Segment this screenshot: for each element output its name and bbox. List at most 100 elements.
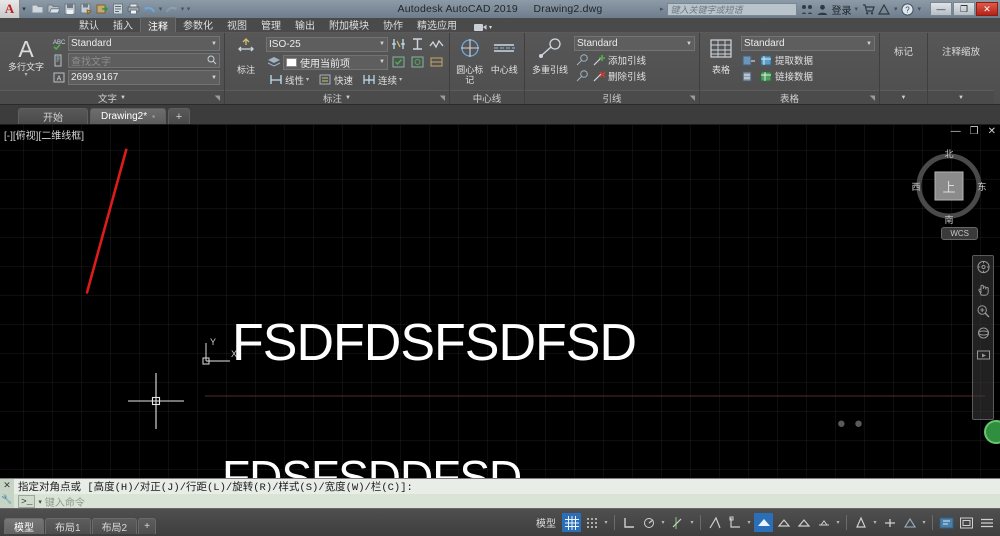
add-leader-button[interactable]: 添加引线	[574, 53, 695, 67]
multileader-style-combo[interactable]: Standard ▼	[574, 36, 695, 51]
link-data-button[interactable]: 链接数据	[741, 69, 875, 83]
maximize-button[interactable]: ❐	[953, 2, 975, 16]
dimension-style-combo[interactable]: ISO-25 ▼	[266, 36, 388, 52]
snap-dropdown-icon[interactable]: ▾	[602, 519, 610, 526]
close-icon[interactable]: ▪	[152, 112, 155, 121]
continue-dimension-button[interactable]: 连续 ▾	[359, 72, 404, 87]
table-style-combo[interactable]: Standard ▼	[741, 36, 875, 51]
dim-break-icon[interactable]	[390, 36, 407, 52]
annotation-dropdown-icon[interactable]: ▾	[871, 519, 879, 526]
status-model-label[interactable]: 模型	[531, 515, 561, 530]
snap-icon[interactable]	[582, 513, 601, 532]
dim-jog-icon[interactable]	[428, 36, 445, 52]
ribbon-tab-manage[interactable]: 管理	[254, 17, 288, 32]
ribbon-tab-parametric[interactable]: 参数化	[176, 17, 220, 32]
lineweight-icon[interactable]	[754, 513, 773, 532]
panel-title-dimension[interactable]: 标注 ▼ ◥	[225, 90, 449, 105]
panel-title-text[interactable]: 文字 ▼ ◥	[0, 90, 224, 105]
annoscale-dropdown-icon[interactable]: ▾	[920, 519, 928, 526]
workspace-gear-icon[interactable]	[937, 513, 956, 532]
3dosnap-dropdown-icon[interactable]: ▾	[834, 519, 842, 526]
ribbon-camera-menu[interactable]: ▾	[474, 23, 492, 32]
chevron-down-icon[interactable]: ▾	[306, 76, 309, 83]
signin-dropdown-icon[interactable]: ▾	[854, 5, 858, 13]
cycling-icon[interactable]	[794, 513, 813, 532]
grid-icon[interactable]	[562, 513, 581, 532]
annotation-visibility-icon[interactable]	[880, 513, 899, 532]
ribbon-panel-annotation-scaling[interactable]: 注释缩放 ▼	[928, 33, 994, 104]
osnap-dropdown-icon[interactable]: ▾	[745, 519, 753, 526]
showmotion-icon[interactable]	[974, 347, 992, 363]
command-history-dropdown-icon[interactable]: ▾	[38, 498, 42, 506]
search-input[interactable]: 键入关键字或短语	[667, 2, 798, 16]
polar-dropdown-icon[interactable]: ▾	[659, 519, 667, 526]
sign-in-button[interactable]: 登录	[816, 2, 851, 17]
panel-title-centerline[interactable]: 中心线	[450, 90, 524, 105]
publish-icon[interactable]	[110, 2, 125, 17]
ribbon-panel-markup[interactable]: 标记 ▼	[880, 33, 928, 104]
ribbon-tab-default[interactable]: 默认	[72, 17, 106, 32]
3dosnap-icon[interactable]	[814, 513, 833, 532]
dimension-button[interactable]: 标注	[229, 36, 263, 75]
dim-update-icon[interactable]	[390, 54, 407, 70]
search-expand-icon[interactable]: ▸	[660, 5, 664, 13]
application-menu-button[interactable]: A	[0, 0, 20, 18]
wcs-label[interactable]: WCS	[941, 227, 978, 240]
plot-icon[interactable]	[126, 2, 141, 17]
annoscale-icon[interactable]	[900, 513, 919, 532]
layout-tab-layout1[interactable]: 布局1	[45, 517, 91, 534]
hamburger-icon[interactable]	[977, 513, 996, 532]
close-button[interactable]: ✕	[976, 2, 998, 16]
save-icon[interactable]	[62, 2, 77, 17]
panel-dialog-launcher-icon[interactable]: ◥	[870, 94, 875, 102]
redo-icon[interactable]	[164, 2, 179, 17]
undo-icon[interactable]	[142, 2, 157, 17]
centerline-button[interactable]: 中心线	[489, 36, 521, 75]
polar-icon[interactable]	[639, 513, 658, 532]
osnap-settings-icon[interactable]	[725, 513, 744, 532]
osnap-icon[interactable]	[705, 513, 724, 532]
panel-title-annotation-scaling[interactable]: ▼	[928, 90, 994, 104]
dimension-layer-combo[interactable]: 使用当前项 ▼	[283, 54, 388, 70]
ribbon-tab-featured-apps[interactable]: 精选应用	[410, 17, 464, 32]
command-input-row[interactable]: >_ ▾ 键入命令	[14, 494, 1000, 509]
table-button[interactable]: 表格	[704, 36, 738, 75]
dim-reassociate-icon[interactable]	[428, 54, 445, 70]
ribbon-tab-view[interactable]: 视图	[220, 17, 254, 32]
help-dropdown-icon[interactable]: ▾	[917, 5, 921, 13]
panel-title-leader[interactable]: 引线 ◥	[525, 90, 699, 105]
osnap-track-icon[interactable]	[668, 513, 687, 532]
layout-tab-model[interactable]: 模型	[4, 517, 44, 534]
multiline-text-button[interactable]: A 多行文字 ▾	[4, 36, 48, 79]
ribbon-tab-output[interactable]: 输出	[288, 17, 322, 32]
qat-customize-icon[interactable]: ▾	[186, 5, 191, 13]
panel-dialog-launcher-icon[interactable]: ◥	[690, 94, 695, 102]
help-icon[interactable]: ?	[901, 2, 915, 16]
chevron-down-icon[interactable]: ▾	[399, 76, 402, 83]
ribbon-tab-addins[interactable]: 附加模块	[322, 17, 376, 32]
viewport-close-button[interactable]: ✕	[988, 126, 996, 137]
panel-title-table[interactable]: 表格 ◥	[700, 90, 879, 105]
file-tab-start[interactable]: 开始	[18, 108, 88, 124]
autodesk-app-icon[interactable]	[878, 3, 891, 16]
close-icon[interactable]: ✕	[3, 480, 11, 491]
new-file-tab-button[interactable]: +	[167, 108, 190, 124]
center-mark-button[interactable]: 圆心标记	[454, 36, 486, 85]
new-layout-button[interactable]: +	[138, 517, 156, 534]
layout-tab-layout2[interactable]: 布局2	[91, 517, 138, 534]
panel-dialog-launcher-icon[interactable]: ◥	[440, 94, 445, 102]
export-icon[interactable]	[94, 2, 109, 17]
cart-icon[interactable]	[862, 3, 875, 16]
viewport-restore-button[interactable]: ❐	[970, 126, 979, 137]
multileader-button[interactable]: 多重引线	[529, 36, 571, 75]
ribbon-tab-insert[interactable]: 插入	[106, 17, 140, 32]
minimize-button[interactable]: —	[930, 2, 952, 16]
panel-title-markup[interactable]: ▼	[880, 90, 927, 104]
annotation-icon[interactable]	[851, 513, 870, 532]
zoom-icon[interactable]	[974, 303, 992, 319]
wrench-icon[interactable]: 🔧	[1, 494, 12, 505]
application-menu-dropdown-icon[interactable]: ▾	[20, 5, 28, 13]
undo-dropdown-icon[interactable]: ▾	[158, 5, 163, 13]
dim-override-icon[interactable]	[409, 54, 426, 70]
view-cube[interactable]: 上 北 南 东 西	[910, 147, 988, 225]
